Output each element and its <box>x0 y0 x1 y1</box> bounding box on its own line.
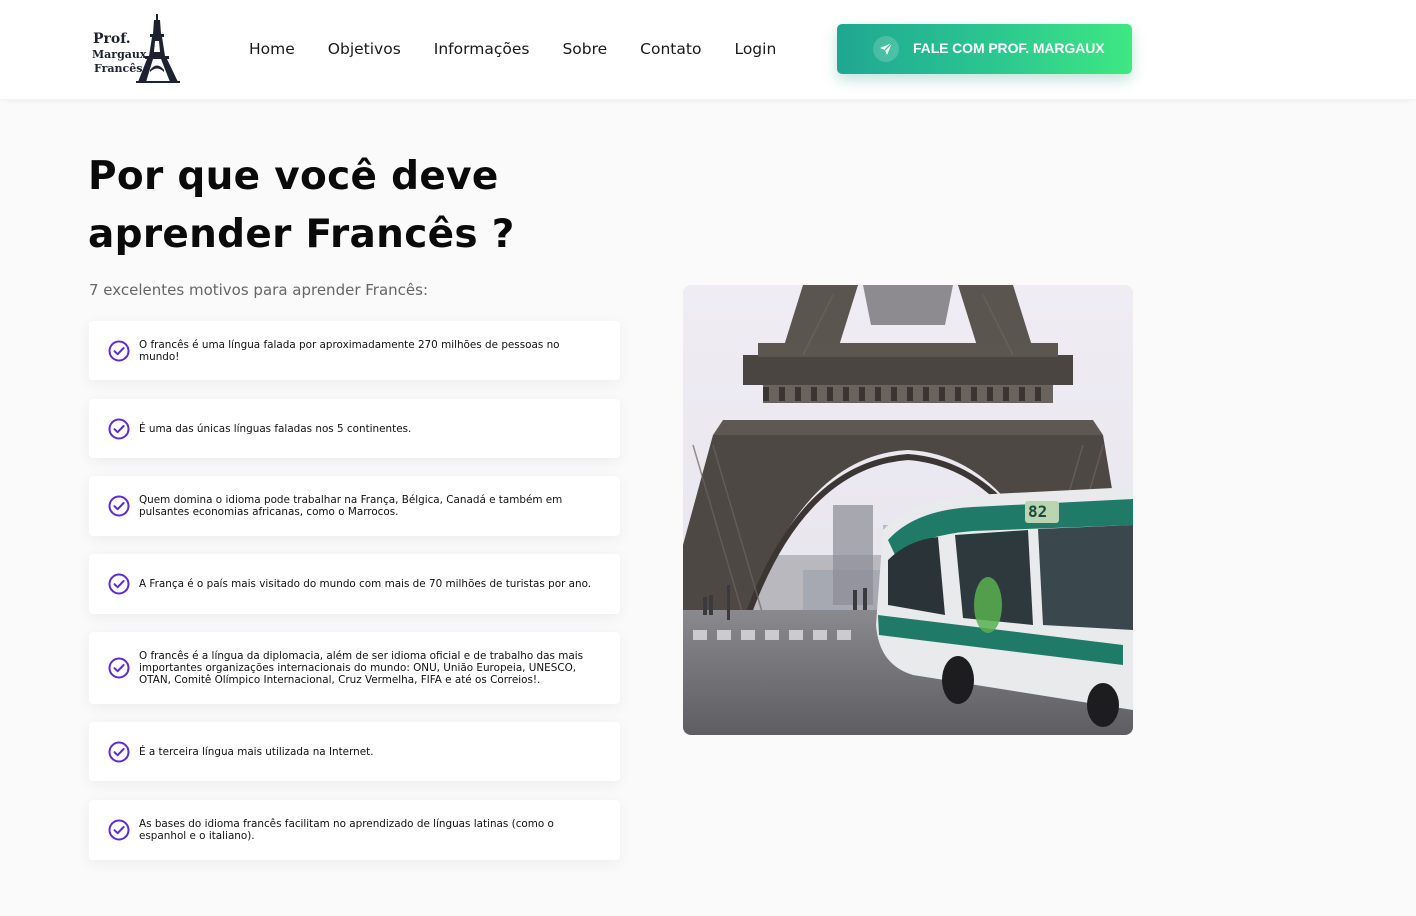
nav-sobre[interactable]: Sobre <box>562 37 607 61</box>
reason-text: O francês é a língua da diplomacia, além… <box>139 650 583 686</box>
reason-card: Quem domina o idioma pode trabalhar na F… <box>89 476 620 536</box>
nav-objetivos[interactable]: Objetivos <box>328 37 401 61</box>
nav-contato[interactable]: Contato <box>640 37 701 61</box>
reason-card: As bases do idioma francês facilitam no … <box>89 800 620 860</box>
eiffel-tower-bus-illustration: 82 <box>683 285 1133 735</box>
paris-photo: 82 <box>683 285 1133 735</box>
page-title-line-1: Por que você deve <box>88 154 499 199</box>
main-nav: Home Objetivos Informações Sobre Contato… <box>249 37 809 61</box>
reason-text: É uma das únicas línguas faladas nos 5 c… <box>139 422 412 435</box>
reason-card: É uma das únicas línguas faladas nos 5 c… <box>89 399 620 458</box>
check-circle-icon <box>108 573 130 595</box>
bus-number: 82 <box>1028 502 1047 521</box>
page-title: Por que você deve aprender Francês ? <box>88 148 608 264</box>
reason-text: O francês é uma língua falada por aproxi… <box>139 338 560 363</box>
reason-card: O francês é a língua da diplomacia, além… <box>89 632 620 704</box>
contact-teacher-label: FALE COM PROF. MARGAUX <box>913 40 1105 56</box>
logo-line-name: Margaux <box>92 48 147 61</box>
check-circle-icon <box>108 340 130 361</box>
site-logo[interactable]: Prof. Margaux Francês <box>90 14 186 84</box>
reason-card: A França é o país mais visitado do mundo… <box>89 554 620 614</box>
logo-line-language: Francês <box>94 62 143 75</box>
logo-line-prof: Prof. <box>93 31 131 47</box>
reasons-subtitle: 7 excelentes motivos para aprender Franc… <box>89 281 428 299</box>
check-circle-icon <box>108 741 130 762</box>
check-circle-icon <box>108 418 130 439</box>
reason-text: As bases do idioma francês facilitam no … <box>139 818 554 842</box>
reason-card: É a terceira língua mais utilizada na In… <box>89 722 620 781</box>
nav-informacoes[interactable]: Informações <box>434 37 530 61</box>
check-circle-icon <box>108 657 130 679</box>
contact-teacher-button[interactable]: FALE COM PROF. MARGAUX <box>837 24 1132 74</box>
send-icon <box>873 36 899 62</box>
reason-text: Quem domina o idioma pode trabalhar na F… <box>139 494 563 518</box>
nav-home[interactable]: Home <box>249 37 295 61</box>
check-circle-icon <box>108 495 130 517</box>
reason-text: É a terceira língua mais utilizada na In… <box>139 745 374 758</box>
reason-card: O francês é uma língua falada por aproxi… <box>89 321 620 380</box>
check-circle-icon <box>108 819 130 841</box>
page-title-line-2: aprender Francês ? <box>88 212 515 257</box>
reason-text: A França é o país mais visitado do mundo… <box>139 578 592 590</box>
site-header: Prof. Margaux Francês Home Objetivos Inf… <box>0 0 1416 99</box>
nav-login[interactable]: Login <box>734 37 776 61</box>
